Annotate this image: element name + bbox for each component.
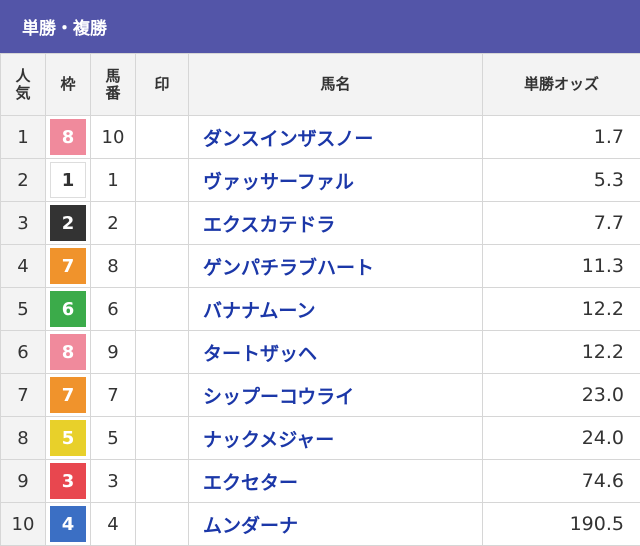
popularity-cell: 9: [1, 460, 46, 503]
horse-name-link[interactable]: ムンダーナ: [189, 503, 483, 546]
win-odds-cell: 190.5: [483, 503, 640, 546]
popularity-cell: 1: [1, 116, 46, 159]
waku-cell: 8: [46, 331, 91, 374]
horse-name-link[interactable]: シップーコウライ: [189, 374, 483, 417]
table-row: 689 タートザッヘ12.2: [1, 331, 640, 374]
win-odds-cell: 7.7: [483, 202, 640, 245]
horse-name-link[interactable]: ナックメジャー: [189, 417, 483, 460]
waku-badge: 2: [50, 205, 86, 241]
waku-badge: 8: [50, 334, 86, 370]
waku-cell: 6: [46, 288, 91, 331]
umaban-cell: 9: [91, 331, 136, 374]
section-title: 単勝・複勝: [22, 14, 107, 39]
waku-cell: 1: [46, 159, 91, 202]
odds-table: 人 気 枠 馬 番 印 馬名 単勝オッズ 1810ダンスインザスノー1.7211…: [0, 53, 640, 546]
header-umaban: 馬 番: [91, 54, 136, 116]
popularity-cell: 7: [1, 374, 46, 417]
waku-badge: 7: [50, 248, 86, 284]
waku-cell: 2: [46, 202, 91, 245]
umaban-cell: 10: [91, 116, 136, 159]
header-popularity: 人 気: [1, 54, 46, 116]
table-row: 211ヴァッサーファル5.3: [1, 159, 640, 202]
horse-name-link[interactable]: ダンスインザスノー: [189, 116, 483, 159]
waku-badge: 3: [50, 463, 86, 499]
umaban-cell: 4: [91, 503, 136, 546]
section-header: 単勝・複勝: [0, 0, 640, 53]
table-row: 322エクスカテドラ7.7: [1, 202, 640, 245]
waku-cell: 7: [46, 374, 91, 417]
popularity-cell: 6: [1, 331, 46, 374]
horse-name-link[interactable]: タートザッヘ: [189, 331, 483, 374]
umaban-cell: 2: [91, 202, 136, 245]
header-horse-name: 馬名: [189, 54, 483, 116]
waku-badge: 6: [50, 291, 86, 327]
umaban-cell: 5: [91, 417, 136, 460]
table-row: 855ナックメジャー24.0: [1, 417, 640, 460]
popularity-cell: 2: [1, 159, 46, 202]
table-row: 478 ゲンパチラブハート11.3: [1, 245, 640, 288]
popularity-cell: 8: [1, 417, 46, 460]
mark-cell[interactable]: [136, 374, 189, 417]
waku-cell: 5: [46, 417, 91, 460]
table-row: 777シップーコウライ23.0: [1, 374, 640, 417]
waku-badge: 7: [50, 377, 86, 413]
table-row: 566バナナムーン12.2: [1, 288, 640, 331]
header-mark: 印: [136, 54, 189, 116]
waku-badge: 4: [50, 506, 86, 542]
waku-cell: 7: [46, 245, 91, 288]
horse-name-link[interactable]: エクスカテドラ: [189, 202, 483, 245]
mark-cell[interactable]: [136, 503, 189, 546]
header-waku: 枠: [46, 54, 91, 116]
table-header-row: 人 気 枠 馬 番 印 馬名 単勝オッズ: [1, 54, 640, 116]
win-odds-cell: 12.2: [483, 288, 640, 331]
waku-badge: 1: [50, 162, 86, 198]
win-odds-cell: 23.0: [483, 374, 640, 417]
umaban-cell: 7: [91, 374, 136, 417]
horse-name-link[interactable]: ヴァッサーファル: [189, 159, 483, 202]
mark-cell[interactable]: [136, 417, 189, 460]
popularity-cell: 10: [1, 503, 46, 546]
waku-cell: 8: [46, 116, 91, 159]
popularity-cell: 4: [1, 245, 46, 288]
table-row: 1044ムンダーナ190.5: [1, 503, 640, 546]
win-odds-cell: 12.2: [483, 331, 640, 374]
table-row: 933エクセター74.6: [1, 460, 640, 503]
mark-cell[interactable]: [136, 288, 189, 331]
mark-cell[interactable]: [136, 460, 189, 503]
umaban-cell: 1: [91, 159, 136, 202]
mark-cell[interactable]: [136, 116, 189, 159]
waku-cell: 4: [46, 503, 91, 546]
waku-badge: 8: [50, 119, 86, 155]
waku-badge: 5: [50, 420, 86, 456]
popularity-cell: 5: [1, 288, 46, 331]
umaban-cell: 8: [91, 245, 136, 288]
win-odds-cell: 74.6: [483, 460, 640, 503]
win-odds-cell: 24.0: [483, 417, 640, 460]
win-odds-cell: 11.3: [483, 245, 640, 288]
horse-name-link[interactable]: バナナムーン: [189, 288, 483, 331]
header-win-odds: 単勝オッズ: [483, 54, 640, 116]
mark-cell[interactable]: [136, 159, 189, 202]
waku-cell: 3: [46, 460, 91, 503]
win-odds-cell: 5.3: [483, 159, 640, 202]
horse-name-link[interactable]: エクセター: [189, 460, 483, 503]
mark-cell[interactable]: [136, 331, 189, 374]
mark-cell[interactable]: [136, 202, 189, 245]
win-odds-cell: 1.7: [483, 116, 640, 159]
popularity-cell: 3: [1, 202, 46, 245]
table-row: 1810 ダンスインザスノー1.7: [1, 116, 640, 159]
mark-cell[interactable]: [136, 245, 189, 288]
horse-name-link[interactable]: ゲンパチラブハート: [189, 245, 483, 288]
umaban-cell: 6: [91, 288, 136, 331]
umaban-cell: 3: [91, 460, 136, 503]
